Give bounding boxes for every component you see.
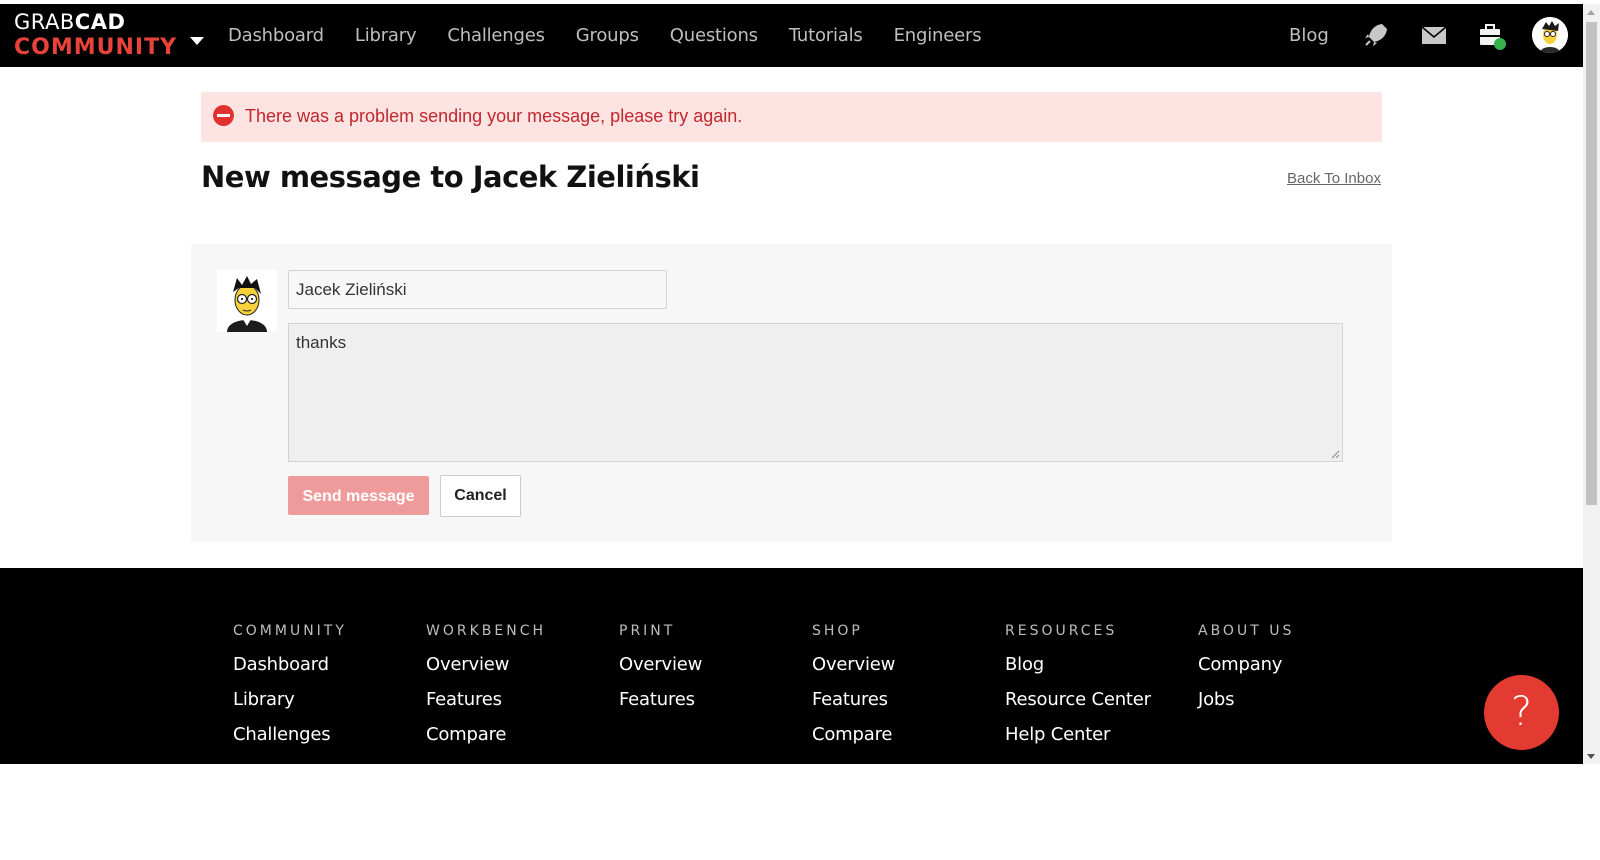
footer-link-resource-center[interactable]: Resource Center	[1005, 689, 1151, 724]
rocket-icon[interactable]	[1360, 19, 1392, 51]
nav-challenges[interactable]: Challenges	[447, 25, 545, 46]
back-to-inbox-link[interactable]: Back To Inbox	[1287, 170, 1381, 187]
footer-link-challenges[interactable]: Challenges	[233, 724, 347, 759]
chevron-down-icon[interactable]	[190, 37, 204, 45]
message-form-card: Jacek Zieliński thanks Send message Canc…	[191, 244, 1392, 542]
nav-engineers[interactable]: Engineers	[894, 25, 982, 46]
briefcase-icon[interactable]	[1476, 19, 1508, 51]
help-button[interactable]: ?	[1484, 675, 1559, 750]
footer-heading: COMMUNITY	[233, 623, 347, 639]
footer-heading: RESOURCES	[1005, 623, 1118, 639]
footer-col-community: COMMUNITY Dashboard Library Challenges	[233, 623, 347, 759]
error-alert: There was a problem sending your message…	[201, 92, 1382, 142]
scroll-up-arrow-icon[interactable]	[1587, 10, 1595, 15]
resize-handle-icon[interactable]	[1330, 449, 1340, 459]
page: GRABCAD COMMUNITY Dashboard Library Chal…	[0, 0, 1600, 764]
message-text: thanks	[296, 333, 347, 352]
footer-col-about-us: ABOUT US Company Jobs	[1198, 623, 1294, 724]
logo-grab: GRAB	[14, 10, 75, 34]
footer-col-resources: RESOURCES Blog Resource Center Help Cent…	[1005, 623, 1151, 759]
main-nav: Dashboard Library Challenges Groups Ques…	[228, 4, 1012, 67]
footer: COMMUNITY Dashboard Library Challenges W…	[0, 568, 1583, 764]
nav-groups[interactable]: Groups	[576, 25, 639, 46]
footer-link-library[interactable]: Library	[233, 689, 347, 724]
scrollbar-thumb[interactable]	[1586, 22, 1597, 505]
footer-col-print: PRINT Overview Features	[619, 623, 702, 724]
alert-message: There was a problem sending your message…	[245, 106, 743, 126]
message-textarea[interactable]: thanks	[288, 323, 1343, 462]
footer-link-help-center[interactable]: Help Center	[1005, 724, 1151, 759]
mail-icon[interactable]	[1418, 19, 1450, 51]
footer-link-overview[interactable]: Overview	[812, 654, 895, 689]
footer-heading: ABOUT US	[1198, 623, 1295, 639]
footer-link-features[interactable]: Features	[812, 689, 895, 724]
nav-questions[interactable]: Questions	[670, 25, 758, 46]
footer-link-overview[interactable]: Overview	[619, 654, 702, 689]
nav-blog[interactable]: Blog	[1289, 4, 1329, 67]
footer-link-company[interactable]: Company	[1198, 654, 1294, 689]
footer-link-compare[interactable]: Compare	[426, 724, 546, 759]
footer-link-compare[interactable]: Compare	[812, 724, 895, 759]
footer-col-shop: SHOP Overview Features Compare	[812, 623, 895, 759]
footer-link-jobs[interactable]: Jobs	[1198, 689, 1294, 724]
footer-heading: PRINT	[619, 623, 676, 639]
nav-tutorials[interactable]: Tutorials	[789, 25, 863, 46]
top-navbar: GRABCAD COMMUNITY Dashboard Library Chal…	[0, 4, 1583, 67]
footer-link-features[interactable]: Features	[619, 689, 702, 724]
grabcad-logo[interactable]: GRABCAD COMMUNITY	[14, 12, 177, 59]
logo-community: COMMUNITY	[14, 35, 178, 60]
avatar[interactable]	[1532, 17, 1568, 53]
footer-link-dashboard[interactable]: Dashboard	[233, 654, 347, 689]
logo-cad: CAD	[74, 10, 126, 34]
send-message-button[interactable]: Send message	[288, 476, 429, 515]
footer-link-features[interactable]: Features	[426, 689, 546, 724]
page-title: New message to Jacek Zieliński	[201, 160, 700, 194]
error-icon	[213, 105, 234, 126]
footer-heading: SHOP	[812, 623, 863, 639]
scrollbar[interactable]	[1583, 4, 1600, 764]
cancel-button[interactable]: Cancel	[440, 475, 521, 517]
footer-link-blog[interactable]: Blog	[1005, 654, 1151, 689]
recipient-avatar	[217, 270, 277, 332]
scroll-down-arrow-icon[interactable]	[1587, 754, 1595, 759]
nav-library[interactable]: Library	[355, 25, 417, 46]
footer-link-overview[interactable]: Overview	[426, 654, 546, 689]
footer-col-workbench: WORKBENCH Overview Features Compare	[426, 623, 546, 759]
nav-dashboard[interactable]: Dashboard	[228, 25, 324, 46]
recipient-field[interactable]: Jacek Zieliński	[288, 270, 667, 309]
footer-heading: WORKBENCH	[426, 623, 546, 639]
